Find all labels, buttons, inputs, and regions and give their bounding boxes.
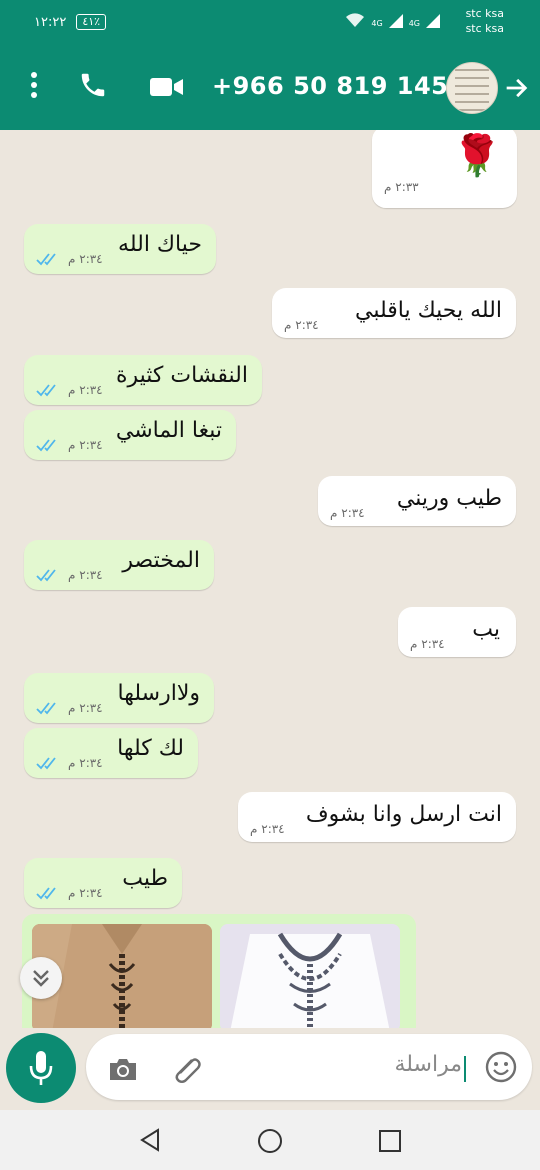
message-time: ٢:٣٤ م	[410, 637, 445, 651]
composer-bar: مراسلة	[0, 1028, 540, 1110]
message-text: لك كلها	[117, 736, 184, 761]
wifi-icon	[346, 13, 365, 27]
battery-level: ٤١٪	[82, 15, 101, 28]
message-text: النقشات كثيرة	[115, 363, 248, 388]
emoji-icon[interactable]	[484, 1050, 518, 1084]
message-text: تبغا الماشي	[115, 418, 222, 443]
message-outgoing-images[interactable]	[22, 914, 416, 1030]
message-input[interactable]: مراسلة	[86, 1034, 532, 1100]
message-text: يب	[472, 617, 500, 642]
message-outgoing[interactable]: ولاارسلها ٢:٣٤ م	[24, 673, 214, 723]
message-time: ٢:٣٤ م	[284, 318, 319, 332]
more-vert-icon[interactable]	[22, 72, 46, 102]
read-ticks-icon	[36, 887, 56, 900]
message-outgoing[interactable]: تبغا الماشي ٢:٣٤ م	[24, 410, 236, 460]
avatar[interactable]	[446, 62, 498, 114]
carrier-name-2: stc ksa	[465, 22, 504, 35]
message-outgoing[interactable]: طيب ٢:٣٤ م	[24, 858, 182, 908]
text-caret	[464, 1056, 466, 1082]
message-time: ٢:٣٤ م	[68, 568, 103, 582]
message-text: الله يحيك ياقلبي	[355, 298, 502, 323]
message-text: حياك الله	[118, 232, 202, 257]
message-incoming-image[interactable]: 🌹 ٢:٣٣ م	[372, 130, 517, 208]
message-time: ٢:٣٤ م	[68, 438, 103, 452]
message-text: طيب	[122, 866, 168, 891]
message-text: انت ارسل وانا بشوف	[305, 802, 502, 827]
signal-indicators: 4G 4G	[345, 12, 440, 28]
signal-icon-2	[426, 14, 440, 28]
camera-icon[interactable]	[108, 1056, 138, 1082]
rose-emoji: 🌹	[452, 133, 502, 179]
scroll-to-bottom-button[interactable]	[20, 957, 62, 999]
message-time: ٢:٣٤ م	[68, 756, 103, 770]
nav-recents-icon[interactable]	[378, 1129, 402, 1153]
read-ticks-icon	[36, 439, 56, 452]
mic-button[interactable]	[6, 1033, 76, 1103]
message-incoming[interactable]: الله يحيك ياقلبي ٢:٣٤ م	[272, 288, 516, 338]
read-ticks-icon	[36, 569, 56, 582]
message-text: ولاارسلها	[117, 681, 200, 706]
message-time: ٢:٣٤ م	[330, 506, 365, 520]
video-icon[interactable]	[150, 76, 184, 98]
message-time: ٢:٣٤ م	[68, 886, 103, 900]
thobe-photo-white[interactable]	[220, 924, 400, 1030]
signal-icon	[388, 14, 403, 28]
nav-home-icon[interactable]	[257, 1128, 283, 1154]
network-type-1: 4G	[371, 19, 383, 28]
message-incoming[interactable]: انت ارسل وانا بشوف ٢:٣٤ م	[238, 792, 516, 842]
message-time: ٢:٣٤ م	[68, 701, 103, 715]
arrow-back-icon[interactable]	[502, 74, 530, 102]
phone-icon[interactable]	[78, 70, 108, 100]
thobe-photo-white-image	[220, 924, 400, 1030]
message-time: ٢:٣٤ م	[68, 252, 103, 266]
paperclip-icon[interactable]	[170, 1054, 202, 1084]
message-time: ٢:٣٤ م	[68, 383, 103, 397]
message-text: طيب وريني	[396, 486, 502, 511]
message-outgoing[interactable]: النقشات كثيرة ٢:٣٤ م	[24, 355, 262, 405]
chat-header: +966 50 819 1455	[0, 46, 540, 130]
message-placeholder: مراسلة	[394, 1052, 462, 1077]
network-type-2: 4G	[408, 19, 420, 28]
mic-icon	[29, 1051, 53, 1085]
message-text: المختصر	[122, 548, 200, 573]
message-time: ٢:٣٤ م	[250, 822, 285, 836]
message-outgoing[interactable]: حياك الله ٢:٣٤ م	[24, 224, 216, 274]
status-bar: ١٢:٢٢ ٤١٪ 4G 4G stc ksa stc ksa	[0, 0, 540, 46]
nav-back-icon[interactable]	[138, 1128, 162, 1152]
carrier-name-1: stc ksa	[465, 7, 504, 20]
read-ticks-icon	[36, 702, 56, 715]
message-outgoing[interactable]: لك كلها ٢:٣٤ م	[24, 728, 198, 778]
message-list[interactable]: 🌹 ٢:٣٣ م حياك الله ٢:٣٤ م الله يحيك ياقل…	[0, 130, 540, 1030]
battery-indicator: ٤١٪	[76, 14, 107, 30]
message-incoming[interactable]: يب ٢:٣٤ م	[398, 607, 516, 657]
message-time: ٢:٣٣ م	[384, 180, 419, 194]
read-ticks-icon	[36, 384, 56, 397]
chevrons-down-icon	[33, 970, 49, 987]
contact-name[interactable]: +966 50 819 1455	[212, 72, 466, 100]
read-ticks-icon	[36, 757, 56, 770]
read-ticks-icon	[36, 253, 56, 266]
clock: ١٢:٢٢	[34, 14, 67, 30]
message-incoming[interactable]: طيب وريني ٢:٣٤ م	[318, 476, 516, 526]
system-nav-bar	[0, 1110, 540, 1170]
message-outgoing[interactable]: المختصر ٢:٣٤ م	[24, 540, 214, 590]
